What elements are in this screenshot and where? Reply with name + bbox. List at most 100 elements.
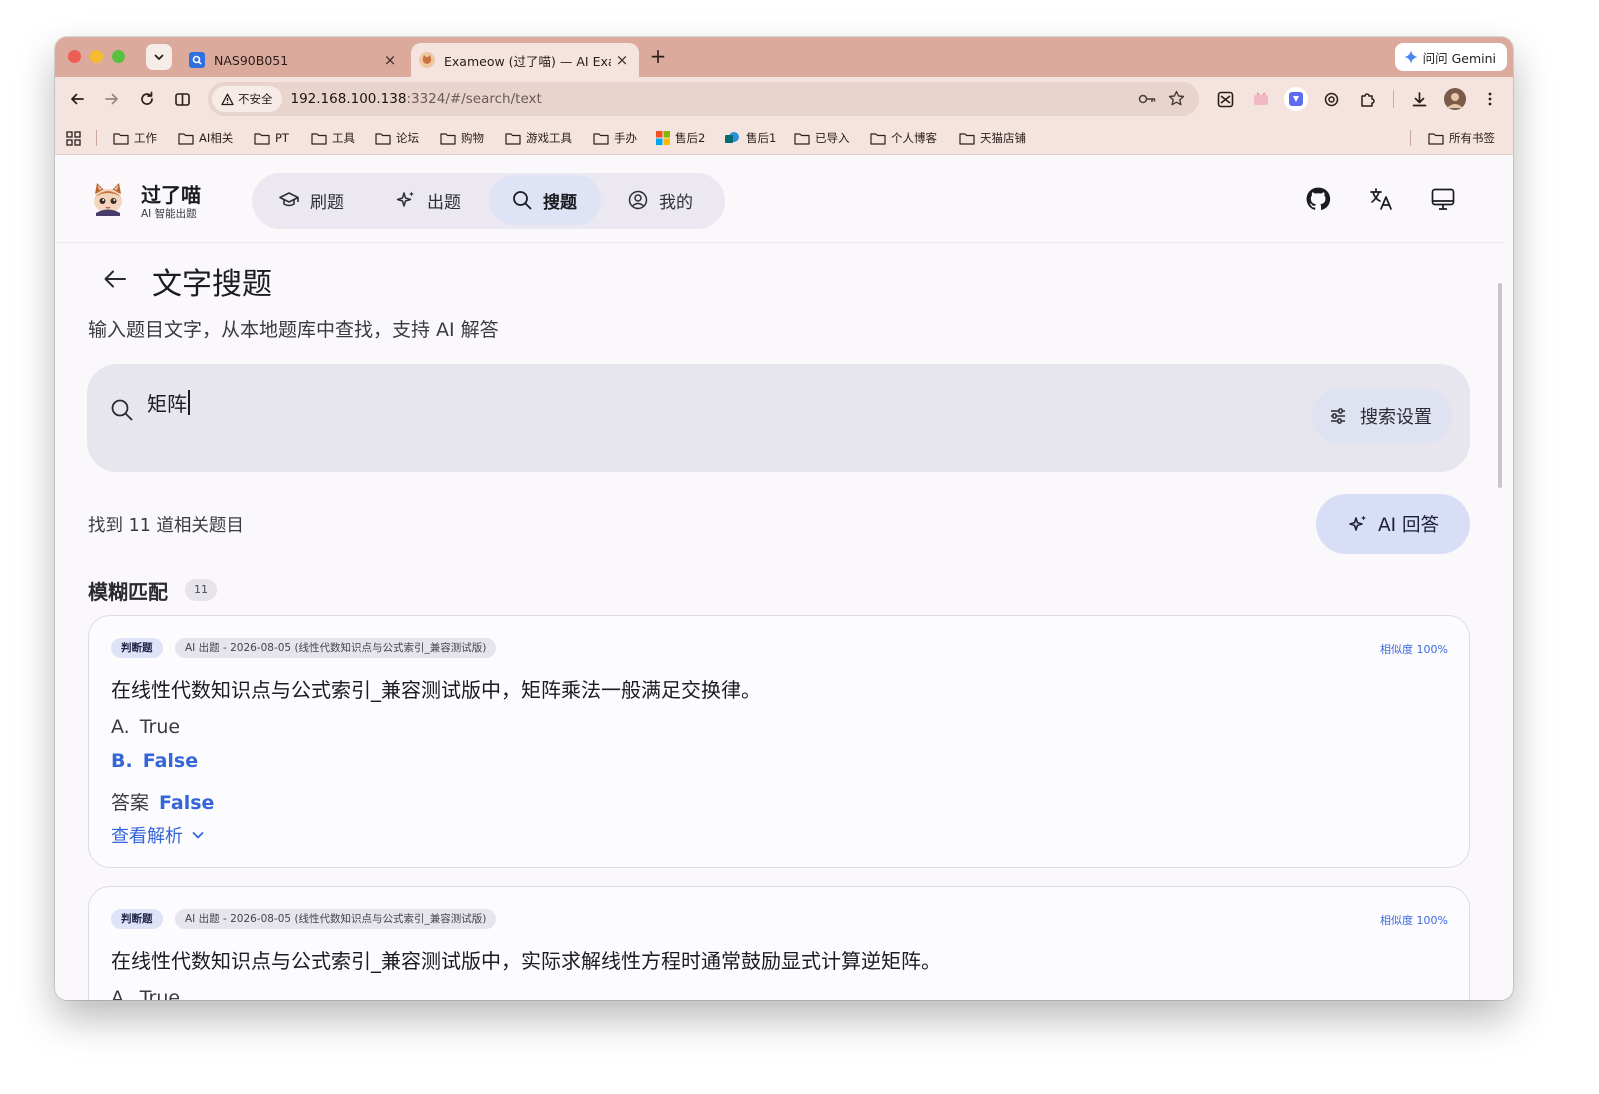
bookmark-divider [96, 130, 97, 146]
search-input[interactable]: 矩阵 搜索设置 [87, 364, 1470, 472]
folder-icon [113, 132, 129, 145]
zoom-window-button[interactable] [112, 50, 125, 63]
nav-label: 搜题 [543, 192, 577, 213]
tab-nas[interactable]: NAS90B051 × [181, 43, 407, 77]
bookmark-divider [1410, 130, 1411, 146]
nav-label: 出题 [427, 192, 461, 213]
search-icon [513, 191, 532, 210]
option-a: A. True [111, 987, 181, 1000]
bookmark-folder[interactable]: AI相关 [178, 129, 233, 147]
split-view-icon[interactable] [171, 88, 193, 110]
folder-icon [505, 132, 521, 145]
search-value: 矩阵 [147, 388, 190, 417]
password-key-icon[interactable] [1138, 91, 1156, 111]
nav-generate[interactable]: 出题 [373, 175, 483, 225]
bookmark-folder[interactable]: 已导入 [794, 129, 850, 147]
microsoft-logo-icon [656, 131, 670, 145]
nas-favicon-icon [189, 52, 205, 68]
answer-row: 答案 False [111, 792, 215, 814]
bookmark-folder[interactable]: 工作 [113, 129, 157, 147]
similarity-label: 相似度 100% [1380, 643, 1448, 656]
chevron-down-icon [192, 832, 204, 839]
page-title: 文字搜题 [152, 267, 272, 302]
text-caret [188, 390, 190, 415]
nav-label: 刷题 [310, 192, 344, 213]
section-count-badge: 11 [185, 579, 217, 601]
new-tab-button[interactable]: + [647, 46, 669, 68]
view-explanation-button[interactable]: 查看解析 [111, 822, 205, 848]
option-b: B. False [111, 750, 199, 772]
ai-answer-label: AI 回答 [1378, 515, 1439, 536]
sparkles-icon [396, 191, 414, 207]
tab-title: NAS90B051 [214, 52, 289, 68]
sliders-icon [1331, 408, 1345, 424]
page-description: 输入题目文字，从本地题库中查找，支持 AI 解答 [88, 319, 499, 341]
bookmark-folder[interactable]: 工具 [311, 129, 355, 147]
folder-icon [178, 132, 194, 145]
gemini-label: 问问 Gemini [1422, 50, 1496, 66]
warning-icon [221, 93, 234, 105]
tab-search-button[interactable] [146, 44, 172, 70]
tab-close-icon[interactable]: × [611, 51, 633, 69]
app-header: 过了喵 AI 智能出题 刷题 出题 搜题 我的 [55, 155, 1504, 243]
github-icon[interactable] [1304, 185, 1332, 213]
bookmark-folder[interactable]: 个人博客 [870, 129, 937, 147]
forward-icon[interactable] [101, 88, 123, 110]
bookmark-item[interactable]: 售后2 [656, 129, 705, 147]
reload-icon[interactable] [136, 88, 158, 110]
url-path: :3324/#/search/text [406, 91, 542, 107]
search-settings-button[interactable]: 搜索设置 [1312, 388, 1452, 444]
bookmark-folder[interactable]: PT [254, 129, 289, 147]
all-bookmarks-folder[interactable]: 所有书签 [1428, 129, 1495, 147]
profile-avatar[interactable] [1444, 88, 1466, 110]
option-a: A. True [111, 716, 181, 738]
extensions-puzzle-icon[interactable] [1356, 88, 1378, 110]
bookmark-folder[interactable]: 购物 [440, 129, 484, 147]
nav-profile[interactable]: 我的 [605, 175, 715, 225]
result-card[interactable]: 判断题 AI 出题 - 2026-08-05 (线性代数知识点与公式索引_兼容测… [88, 886, 1470, 1000]
bookmark-folder[interactable]: 游戏工具 [505, 129, 572, 147]
back-arrow-icon[interactable] [101, 265, 129, 293]
bookmark-item[interactable]: 售后1 [725, 129, 776, 147]
tab-exameow[interactable]: Exameow (过了喵) — AI Exam × [411, 43, 639, 77]
folder-icon [870, 132, 886, 145]
folder-icon [959, 132, 975, 145]
ask-gemini-button[interactable]: 问问 Gemini [1394, 43, 1507, 71]
extension-pink-icon[interactable] [1250, 88, 1272, 110]
bookmark-star-icon[interactable] [1168, 90, 1185, 111]
address-bar[interactable]: 不安全 192.168.100.138:3324/#/search/text [208, 82, 1199, 116]
apps-grid-icon[interactable] [66, 129, 81, 147]
screenshot-extension-icon[interactable] [1214, 88, 1236, 110]
browser-toolbar: 不安全 192.168.100.138:3324/#/search/text [55, 77, 1513, 121]
translate-icon[interactable] [1367, 185, 1395, 213]
download-icon[interactable] [1408, 88, 1430, 110]
sparkles-icon [1349, 515, 1366, 531]
nav-practice[interactable]: 刷题 [256, 175, 366, 225]
security-chip[interactable]: 不安全 [212, 86, 282, 112]
nav-search[interactable]: 搜题 [489, 175, 601, 225]
search-icon [111, 399, 133, 421]
folder-icon [440, 132, 456, 145]
more-menu-icon[interactable] [1479, 88, 1501, 110]
folder-icon [254, 132, 270, 145]
ai-answer-button[interactable]: AI 回答 [1316, 494, 1470, 554]
tab-close-icon[interactable]: × [379, 51, 401, 69]
extension-translate-icon[interactable] [1284, 87, 1308, 111]
monitor-icon[interactable] [1429, 185, 1457, 213]
result-card[interactable]: 判断题 AI 出题 - 2026-08-05 (线性代数知识点与公式索引_兼容测… [88, 615, 1470, 868]
web-page: 过了喵 AI 智能出题 刷题 出题 搜题 我的 文字搜题 输入题目文字，从本地题… [55, 155, 1504, 1000]
bookmark-folder[interactable]: 论坛 [375, 129, 419, 147]
openai-extension-icon[interactable] [1320, 88, 1342, 110]
cat-logo-icon[interactable] [90, 180, 126, 216]
page-scrollbar[interactable] [1498, 283, 1502, 488]
toolbar-divider [1393, 90, 1394, 108]
bookmark-folder[interactable]: 天猫店铺 [959, 129, 1026, 147]
minimize-window-button[interactable] [90, 50, 103, 63]
bookmark-folder[interactable]: 手办 [593, 129, 637, 147]
close-window-button[interactable] [68, 50, 81, 63]
back-icon[interactable] [66, 88, 88, 110]
tab-title: Exameow (过了喵) — AI Exam [444, 53, 611, 69]
question-type-badge: 判断题 [111, 638, 163, 658]
folder-icon [593, 132, 609, 145]
result-count: 找到 11 道相关题目 [88, 516, 244, 536]
